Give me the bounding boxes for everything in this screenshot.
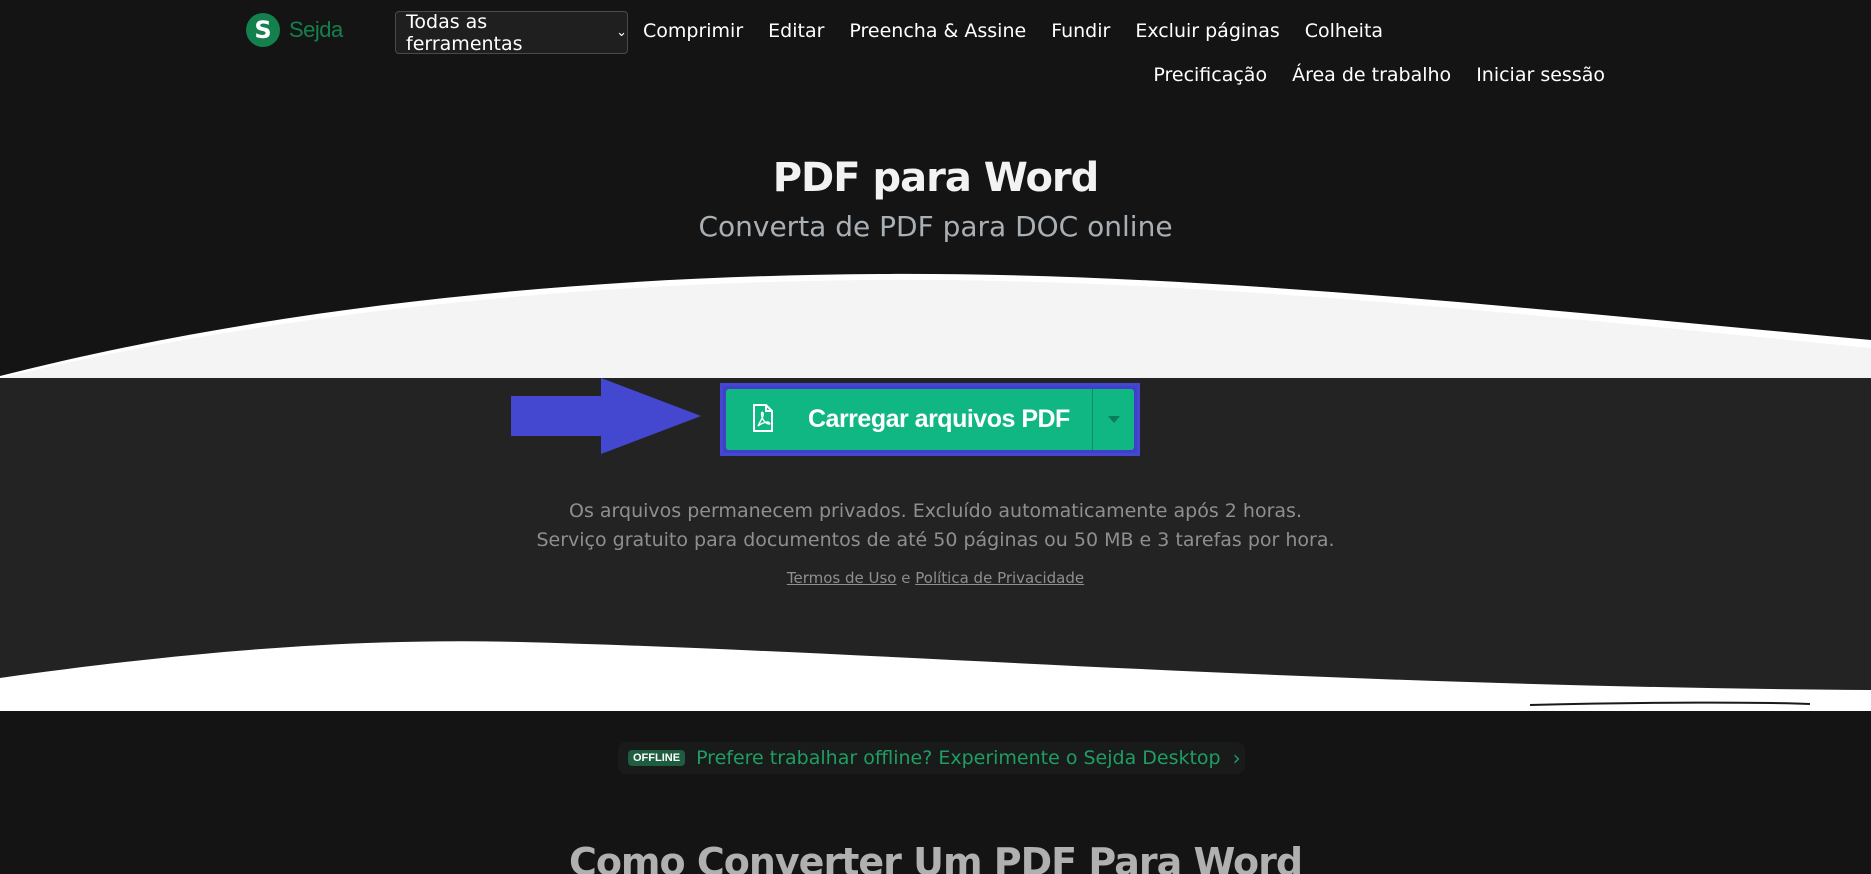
upload-pdf-button[interactable]: Carregar arquivos PDF: [726, 389, 1134, 450]
pdf-file-icon: [753, 404, 773, 432]
legal-links: Termos de Uso e Política de Privacidade: [0, 569, 1871, 587]
nav-edit[interactable]: Editar: [768, 20, 824, 42]
nav-desktop[interactable]: Área de trabalho: [1292, 64, 1451, 86]
upload-options-dropdown[interactable]: [1094, 389, 1134, 450]
logo-icon: S: [246, 13, 280, 47]
nav-compress[interactable]: Comprimir: [643, 20, 743, 42]
nav-crop[interactable]: Colheita: [1305, 20, 1383, 42]
caret-down-icon: [1108, 416, 1120, 423]
nav-delete-pages[interactable]: Excluir páginas: [1135, 20, 1279, 42]
sejda-logo[interactable]: S Sejda: [246, 13, 343, 47]
chevron-right-icon: ›: [1232, 746, 1241, 770]
upload-divider: [1092, 389, 1093, 450]
how-to-heading: Como Converter Um PDF Para Word: [568, 840, 1303, 874]
privacy-link[interactable]: Política de Privacidade: [915, 569, 1084, 587]
nav-pricing[interactable]: Precificação: [1153, 64, 1267, 86]
logo-text: Sejda: [289, 17, 343, 42]
bottom-wave-divider: [0, 641, 1871, 712]
top-wave-divider: [0, 273, 1871, 380]
offline-text: Prefere trabalhar offline? Experimente o…: [696, 747, 1221, 769]
all-tools-dropdown[interactable]: Todas as ferramentas ⌄: [395, 10, 628, 55]
legal-and: e: [901, 569, 911, 587]
chevron-down-icon: ⌄: [616, 25, 627, 40]
upload-pdf-label: Carregar arquivos PDF: [808, 405, 1070, 433]
nav-fill-sign[interactable]: Preencha & Assine: [849, 20, 1026, 42]
arrow-right-icon: [511, 378, 701, 454]
account-nav: Precificação Área de trabalho Iniciar se…: [1153, 64, 1605, 86]
all-tools-label: Todas as ferramentas: [406, 10, 523, 55]
nav-login[interactable]: Iniciar sessão: [1476, 64, 1605, 86]
page-subtitle: Converta de PDF para DOC online: [698, 210, 1173, 243]
upload-highlight-frame: Carregar arquivos PDF: [720, 383, 1140, 456]
privacy-info: Os arquivos permanecem privados. Excluíd…: [569, 500, 1302, 522]
page-title: PDF para Word: [772, 155, 1100, 201]
nav-merge[interactable]: Fundir: [1051, 20, 1110, 42]
offline-banner[interactable]: OFFLINE Prefere trabalhar offline? Exper…: [618, 742, 1245, 774]
offline-badge: OFFLINE: [628, 750, 686, 766]
limits-info: Serviço gratuito para documentos de até …: [536, 529, 1335, 551]
main-nav: Comprimir Editar Preencha & Assine Fundi…: [643, 20, 1383, 42]
terms-link[interactable]: Termos de Uso: [787, 569, 897, 587]
